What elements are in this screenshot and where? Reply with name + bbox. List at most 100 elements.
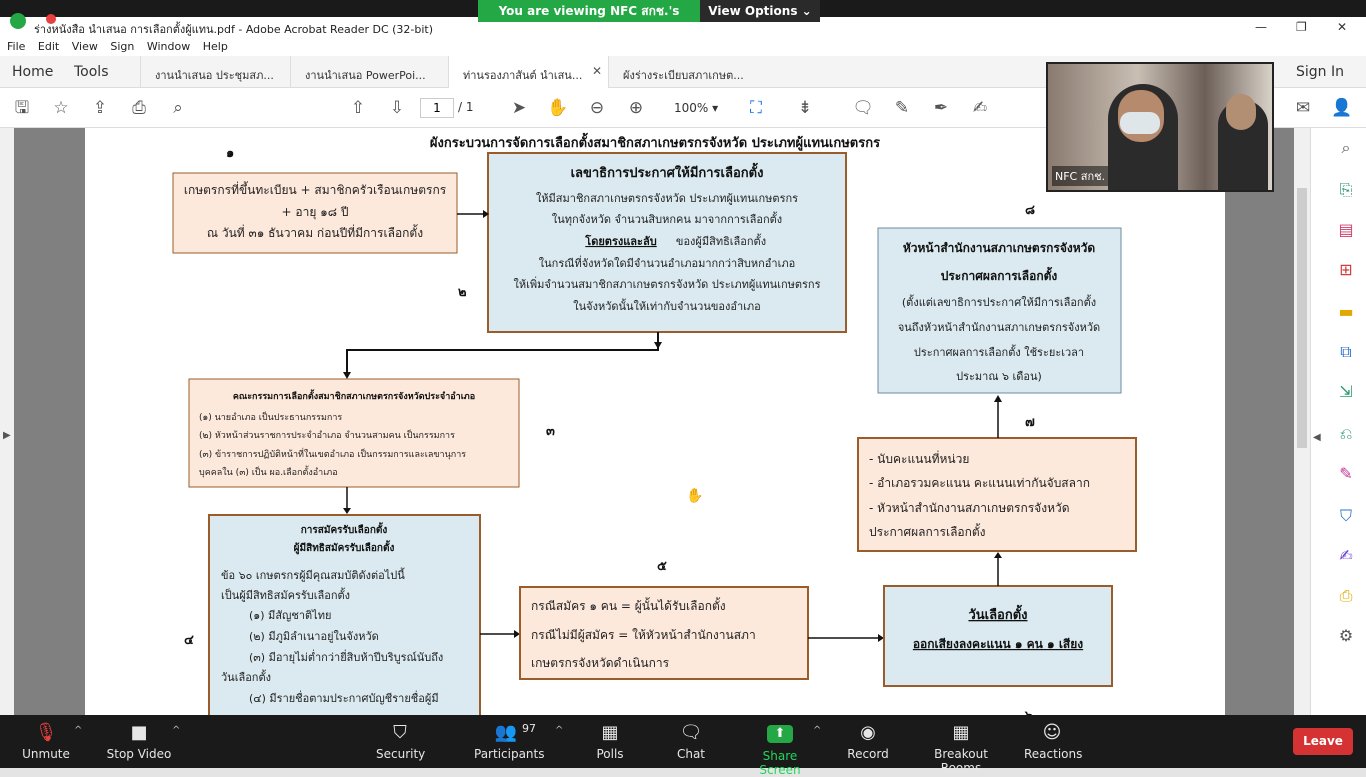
zoom-in-icon[interactable]: ⊕ [625,97,647,119]
box4-line7: (๔) มีรายชื่อตามประกาศบัญชีรายชื่อผู้มี [249,690,439,705]
sign-icon[interactable]: ✍ [969,97,991,119]
tab-doc-4-label: ผังร่างระเบียบสภาเกษต... [623,69,744,82]
search-icon[interactable]: ⌕ [1336,138,1356,158]
select-cursor-icon[interactable]: ➤ [508,97,530,119]
reactions-label: Reactions [1024,747,1083,761]
tab-tools[interactable]: Tools [74,64,109,80]
left-panel-toggle[interactable]: ▶ [0,128,14,715]
tab-doc-1[interactable]: งานนำเสนอ ประชุมสภ... [140,56,290,88]
share-screen-button[interactable]: ⬆ Share Screen [742,721,818,777]
protect-icon[interactable]: ⛉ [1336,506,1356,526]
box7-line2: - อำเภอรวมคะแนน คะแนนเท่ากันจับสลาก [869,476,1090,490]
flowchart: ผังกระบวนการจัดการเลือกตั้งสมาชิกสภาเกษต… [172,132,1137,715]
draw-icon[interactable]: ✒ [930,97,952,119]
step-number-4: ๔ [184,633,194,648]
reactions-button[interactable]: ☺ Reactions [1024,721,1083,761]
search-icon[interactable]: ⌕ [167,97,189,119]
participants-icon: 👥 [494,722,518,743]
view-options-button[interactable]: View Options ⌄ [700,0,820,22]
box7-line3: - หัวหน้าสำนักงานสภาเกษตรกรจังหวัด [869,501,1070,515]
audio-options-caret[interactable]: ^ [74,725,82,736]
menu-help[interactable]: Help [203,38,228,56]
close-icon[interactable]: ✕ [592,64,602,78]
menu-file[interactable]: File [7,38,25,56]
box4-line6: วันเลือกตั้ง [221,669,271,684]
box2-line6: ในจังหวัดนั้นให้เท่ากับจำนวนของอำเภอ [573,298,761,313]
menu-window[interactable]: Window [147,38,190,56]
polls-icon: ▦ [601,722,619,743]
video-options-caret[interactable]: ^ [172,725,180,736]
page-number-input[interactable]: 1 [420,98,454,118]
reactions-icon: ☺ [1042,722,1062,743]
close-button[interactable]: ✕ [1337,20,1347,34]
scroll-mode-icon[interactable]: ⇟ [794,97,816,119]
fill-sign-icon[interactable]: ✎ [1336,464,1356,484]
mail-icon[interactable]: ✉ [1292,97,1314,119]
save-icon[interactable]: 🖫 [11,97,33,119]
chat-button[interactable]: 🗨 Chat [672,721,710,761]
box2-underline: โดยตรงและลับ [584,234,656,248]
export-pdf-icon[interactable]: ⎘ [1336,180,1356,200]
participants-options-caret[interactable]: ^ [555,725,563,736]
organize-pages-icon[interactable]: ▤ [1336,220,1356,240]
collapse-pane-icon[interactable]: ◀ [1313,432,1321,443]
print-icon[interactable]: ⎙ [128,97,150,119]
tab-doc-3[interactable]: ท่านรองภาสันต์ นำเสน... ✕ [448,56,608,88]
leave-button[interactable]: Leave [1293,728,1353,755]
fit-page-icon[interactable]: ⛶ [745,97,767,119]
box2-underline-rest: ของผู้มีสิทธิเลือกตั้ง [676,233,766,248]
box2-line1: ให้มีสมาชิกสภาเกษตรกรจังหวัด ประเภทผู้แท… [536,192,798,205]
star-icon[interactable]: ☆ [50,97,72,119]
arrowhead-2-3 [343,372,351,379]
create-pdf-icon[interactable]: ⊞ [1336,260,1356,280]
breakout-rooms-button[interactable]: ▦ Breakout Rooms [916,721,1006,775]
prev-page-icon[interactable]: ⇧ [347,97,369,119]
document-view[interactable]: ผังกระบวนการจัดการเลือกตั้งสมาชิกสภาเกษต… [14,128,1294,715]
box8-title1: หัวหน้าสำนักงานสภาเกษตรกรจังหวัด [903,241,1096,255]
highlight-pen-icon[interactable]: ✎ [891,97,913,119]
tab-doc-4[interactable]: ผังร่างระเบียบสภาเกษต... [608,56,768,88]
box5-line2: กรณีไม่มีผู้สมัคร = ให้หัวหน้าสำนักงานสภ… [531,628,756,643]
share-options-caret[interactable]: ^ [813,725,821,736]
arrowhead-7-8 [994,395,1002,402]
tab-home[interactable]: Home [12,64,53,80]
box-election-day [883,585,1113,687]
comment-icon[interactable]: ▬ [1336,302,1356,322]
maximize-button[interactable]: ❐ [1296,20,1307,34]
step-number-2: ๒ [458,285,467,300]
scan-icon[interactable]: ⎌ [1336,424,1356,444]
scrollbar-thumb[interactable] [1297,188,1307,448]
connector-2-3 [346,332,659,372]
zoom-level-select[interactable]: 100% ▾ [666,98,726,118]
minimize-button[interactable]: — [1255,20,1267,34]
page-total: / 1 [458,100,474,114]
tab-doc-2[interactable]: งานนำเสนอ PowerPoi... [290,56,448,88]
sign-in-button[interactable]: Sign In [1296,64,1344,80]
request-signature-icon[interactable]: ✍ [1336,546,1356,566]
participant-name: NFC สกช. [1052,166,1109,186]
record-label: Record [847,747,889,761]
polls-button[interactable]: ▦ Polls [590,721,630,761]
menu-edit[interactable]: Edit [38,38,59,56]
share-screen-icon: ⬆ [767,725,793,743]
box7-line4: ประกาศผลการเลือกตั้ง [869,523,986,539]
security-button[interactable]: ⛉ Security [376,721,425,761]
upload-icon[interactable]: ⇪ [89,97,111,119]
unmute-button[interactable]: 🎙 Unmute [22,721,70,761]
compress-icon[interactable]: ⇲ [1336,382,1356,402]
stamp-icon[interactable]: ⎙ [1336,586,1356,606]
vertical-scrollbar[interactable] [1294,128,1310,715]
participant-video[interactable]: NFC สกช. [1046,62,1274,192]
hand-tool-icon[interactable]: ✋ [547,97,569,119]
add-user-icon[interactable]: 👤 [1331,97,1353,119]
next-page-icon[interactable]: ⇩ [386,97,408,119]
menu-sign[interactable]: Sign [110,38,134,56]
more-tools-icon[interactable]: ⚙ [1336,626,1356,646]
zoom-out-icon[interactable]: ⊖ [586,97,608,119]
record-button[interactable]: ◉ Record [846,721,890,761]
comment-icon[interactable]: 🗨 [852,97,874,119]
arrowhead-2-down [654,342,662,349]
menu-view[interactable]: View [72,38,98,56]
stop-video-button[interactable]: ■ Stop Video [106,721,172,761]
combine-files-icon[interactable]: ⧉ [1336,342,1356,362]
